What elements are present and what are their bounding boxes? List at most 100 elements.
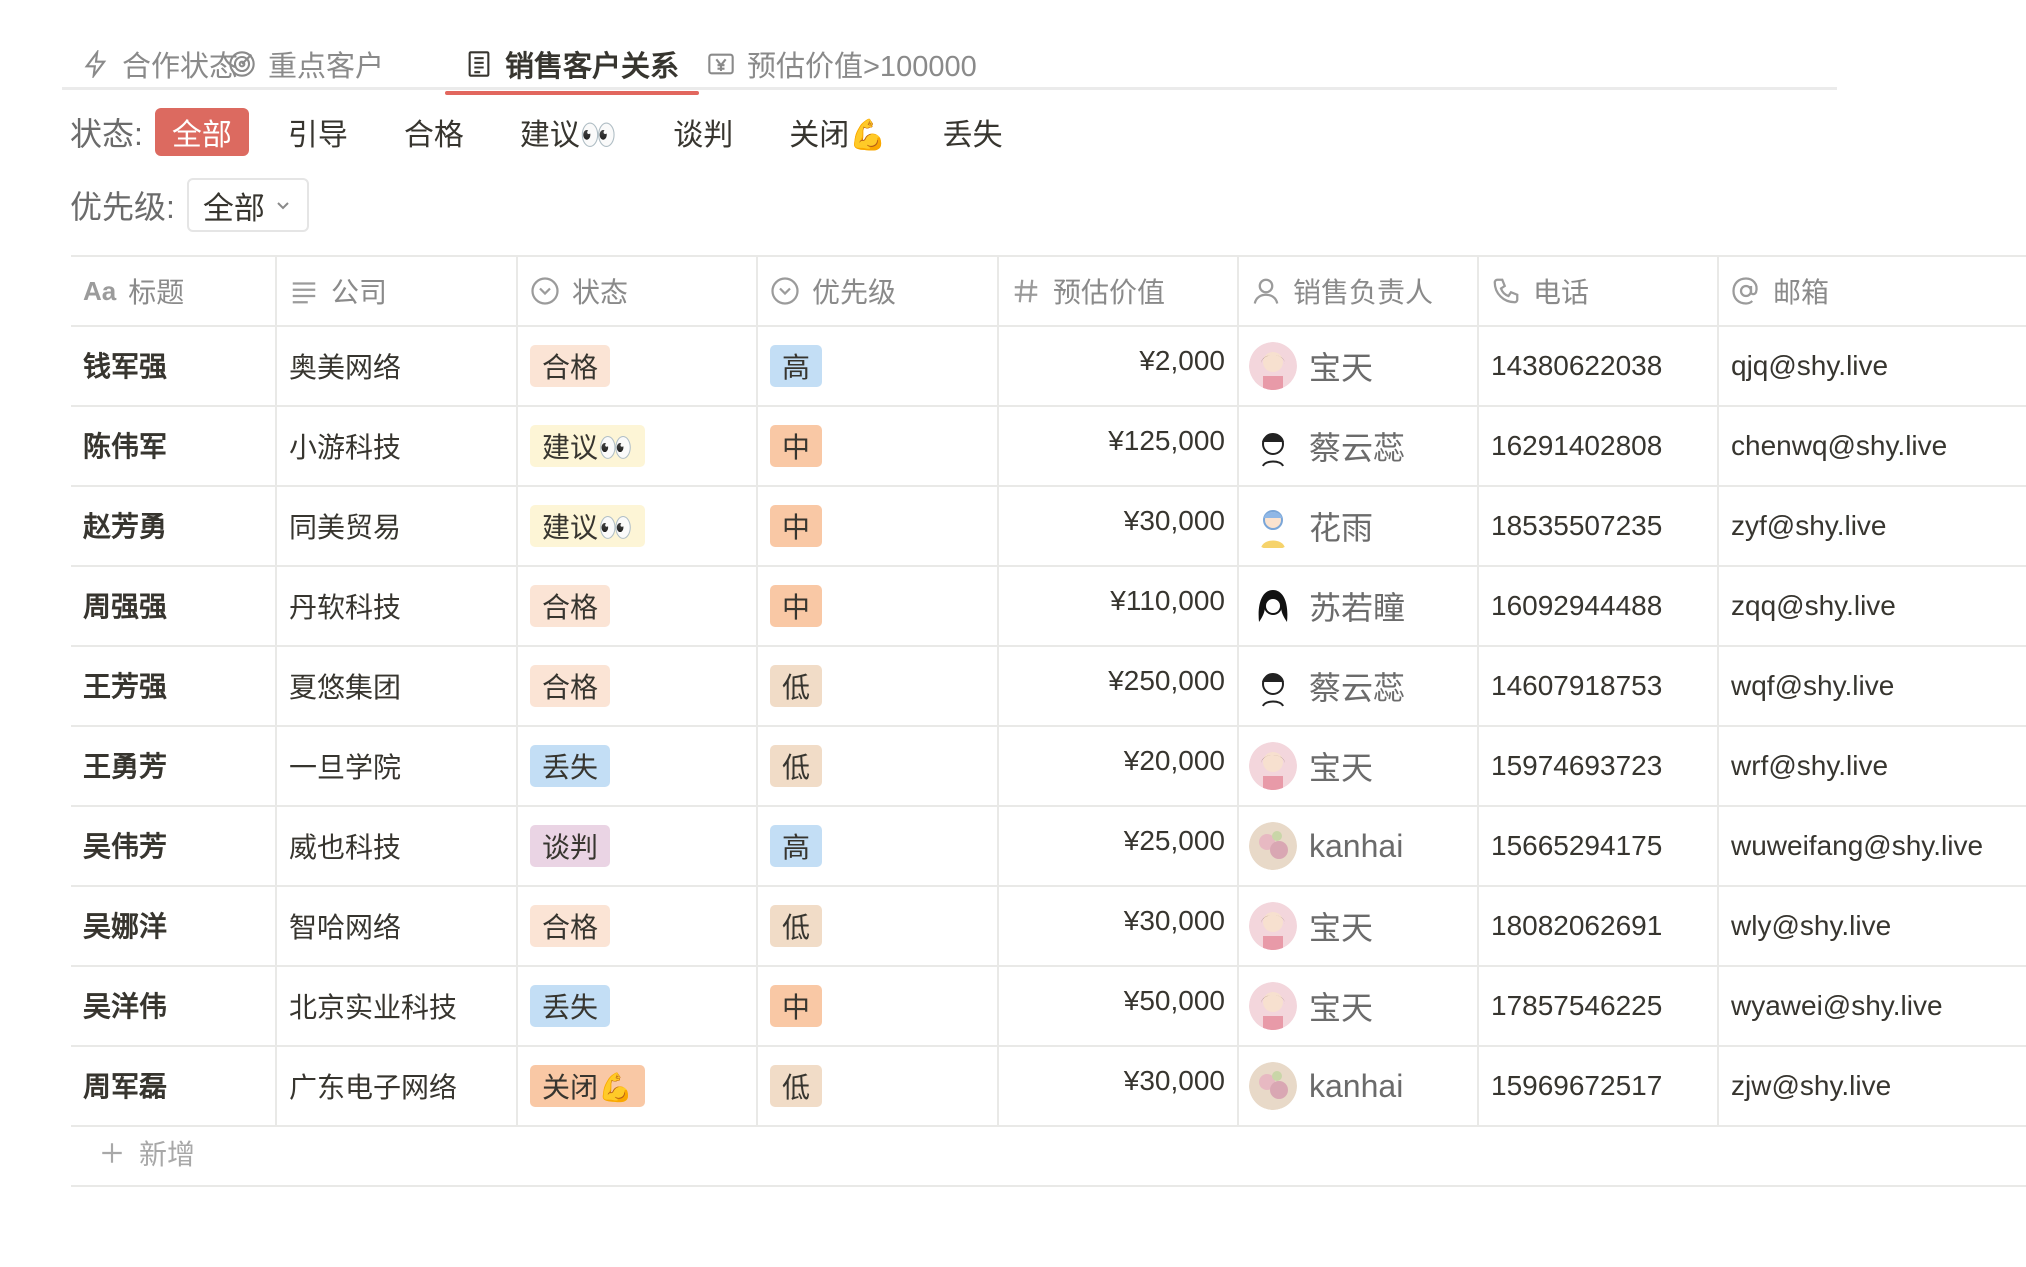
status-option-all[interactable]: 全部	[154, 108, 249, 156]
cell-company[interactable]: 一旦学院	[277, 727, 518, 805]
cell-priority[interactable]: 中	[758, 567, 999, 645]
cell-status[interactable]: 合格	[518, 567, 758, 645]
cell-status[interactable]: 建议👀	[518, 407, 758, 485]
table-row[interactable]: 吴娜洋 智哈网络 合格 低 ¥30,000 宝天 18082062691 wly…	[71, 887, 2026, 967]
status-option-lead[interactable]: 引导	[271, 108, 365, 156]
cell-sales-owner[interactable]: kanhai	[1239, 1047, 1479, 1125]
cell-status[interactable]: 合格	[518, 887, 758, 965]
cell-estimated-value[interactable]: ¥30,000	[999, 887, 1239, 965]
cell-priority[interactable]: 低	[758, 727, 999, 805]
cell-title[interactable]: 钱军强	[71, 327, 277, 405]
cell-estimated-value[interactable]: ¥25,000	[999, 807, 1239, 885]
cell-email[interactable]: wly@shy.live	[1719, 887, 2026, 965]
column-header-priority[interactable]: 优先级	[758, 257, 999, 325]
cell-company[interactable]: 威也科技	[277, 807, 518, 885]
cell-company[interactable]: 丹软科技	[277, 567, 518, 645]
cell-estimated-value[interactable]: ¥20,000	[999, 727, 1239, 805]
status-option-lost[interactable]: 丢失	[926, 108, 1020, 156]
cell-email[interactable]: qjq@shy.live	[1719, 327, 2026, 405]
cell-estimated-value[interactable]: ¥30,000	[999, 1047, 1239, 1125]
cell-title[interactable]: 吴娜洋	[71, 887, 277, 965]
cell-priority[interactable]: 高	[758, 807, 999, 885]
table-row[interactable]: 周强强 丹软科技 合格 中 ¥110,000 苏若瞳 16092944488 z…	[71, 567, 2026, 647]
cell-status[interactable]: 丢失	[518, 727, 758, 805]
column-header-estimated-value[interactable]: 预估价值	[999, 257, 1239, 325]
cell-priority[interactable]: 低	[758, 647, 999, 725]
column-header-title[interactable]: Aa 标题	[71, 257, 277, 325]
status-option-closed[interactable]: 关闭💪	[772, 108, 903, 156]
tab-estimated-value-filter[interactable]: 预估价值>100000	[707, 38, 977, 90]
cell-priority[interactable]: 中	[758, 487, 999, 565]
cell-phone[interactable]: 16291402808	[1479, 407, 1719, 485]
cell-phone[interactable]: 18535507235	[1479, 487, 1719, 565]
cell-phone[interactable]: 16092944488	[1479, 567, 1719, 645]
cell-phone[interactable]: 17857546225	[1479, 967, 1719, 1045]
cell-phone[interactable]: 14607918753	[1479, 647, 1719, 725]
cell-email[interactable]: wqf@shy.live	[1719, 647, 2026, 725]
cell-company[interactable]: 夏悠集团	[277, 647, 518, 725]
cell-status[interactable]: 关闭💪	[518, 1047, 758, 1125]
table-row[interactable]: 周军磊 广东电子网络 关闭💪 低 ¥30,000 kanhai 15969672…	[71, 1047, 2026, 1127]
cell-estimated-value[interactable]: ¥250,000	[999, 647, 1239, 725]
column-header-sales-owner[interactable]: 销售负责人	[1239, 257, 1479, 325]
cell-title[interactable]: 陈伟军	[71, 407, 277, 485]
cell-email[interactable]: wuweifang@shy.live	[1719, 807, 2026, 885]
cell-company[interactable]: 同美贸易	[277, 487, 518, 565]
cell-title[interactable]: 周强强	[71, 567, 277, 645]
cell-title[interactable]: 周军磊	[71, 1047, 277, 1125]
table-row[interactable]: 陈伟军 小游科技 建议👀 中 ¥125,000 蔡云蕊 16291402808 …	[71, 407, 2026, 487]
cell-title[interactable]: 王芳强	[71, 647, 277, 725]
cell-email[interactable]: zqq@shy.live	[1719, 567, 2026, 645]
table-row[interactable]: 钱军强 奥美网络 合格 高 ¥2,000 宝天 14380622038 qjq@…	[71, 327, 2026, 407]
cell-estimated-value[interactable]: ¥125,000	[999, 407, 1239, 485]
table-row[interactable]: 赵芳勇 同美贸易 建议👀 中 ¥30,000 花雨 18535507235 zy…	[71, 487, 2026, 567]
cell-phone[interactable]: 18082062691	[1479, 887, 1719, 965]
cell-title[interactable]: 王勇芳	[71, 727, 277, 805]
cell-sales-owner[interactable]: 宝天	[1239, 887, 1479, 965]
cell-priority[interactable]: 中	[758, 407, 999, 485]
column-header-phone[interactable]: 电话	[1479, 257, 1719, 325]
priority-select[interactable]: 全部	[186, 178, 309, 232]
cell-status[interactable]: 合格	[518, 327, 758, 405]
cell-email[interactable]: chenwq@shy.live	[1719, 407, 2026, 485]
cell-company[interactable]: 奥美网络	[277, 327, 518, 405]
status-option-proposal[interactable]: 建议👀	[503, 108, 634, 156]
cell-estimated-value[interactable]: ¥2,000	[999, 327, 1239, 405]
table-row[interactable]: 吴伟芳 威也科技 谈判 高 ¥25,000 kanhai 15665294175…	[71, 807, 2026, 887]
add-row-button[interactable]: 新增	[71, 1121, 2026, 1187]
cell-email[interactable]: zjw@shy.live	[1719, 1047, 2026, 1125]
column-header-company[interactable]: 公司	[277, 257, 518, 325]
cell-email[interactable]: wrf@shy.live	[1719, 727, 2026, 805]
column-header-status[interactable]: 状态	[518, 257, 758, 325]
cell-priority[interactable]: 低	[758, 887, 999, 965]
cell-status[interactable]: 丢失	[518, 967, 758, 1045]
cell-estimated-value[interactable]: ¥50,000	[999, 967, 1239, 1045]
table-row[interactable]: 王芳强 夏悠集团 合格 低 ¥250,000 蔡云蕊 14607918753 w…	[71, 647, 2026, 727]
tab-cooperation-status[interactable]: 合作状态	[82, 38, 238, 90]
cell-title[interactable]: 赵芳勇	[71, 487, 277, 565]
cell-sales-owner[interactable]: 花雨	[1239, 487, 1479, 565]
cell-email[interactable]: zyf@shy.live	[1719, 487, 2026, 565]
cell-phone[interactable]: 15974693723	[1479, 727, 1719, 805]
cell-sales-owner[interactable]: 宝天	[1239, 727, 1479, 805]
cell-priority[interactable]: 低	[758, 1047, 999, 1125]
cell-status[interactable]: 谈判	[518, 807, 758, 885]
cell-email[interactable]: wyawei@shy.live	[1719, 967, 2026, 1045]
cell-sales-owner[interactable]: 苏若瞳	[1239, 567, 1479, 645]
cell-sales-owner[interactable]: 蔡云蕊	[1239, 407, 1479, 485]
cell-status[interactable]: 建议👀	[518, 487, 758, 565]
cell-sales-owner[interactable]: kanhai	[1239, 807, 1479, 885]
cell-company[interactable]: 智哈网络	[277, 887, 518, 965]
cell-sales-owner[interactable]: 蔡云蕊	[1239, 647, 1479, 725]
tab-sales-customer-relations[interactable]: 销售客户关系	[444, 38, 700, 95]
cell-sales-owner[interactable]: 宝天	[1239, 327, 1479, 405]
column-header-email[interactable]: 邮箱	[1719, 257, 2026, 325]
cell-company[interactable]: 小游科技	[277, 407, 518, 485]
table-row[interactable]: 吴洋伟 北京实业科技 丢失 中 ¥50,000 宝天 17857546225 w…	[71, 967, 2026, 1047]
cell-title[interactable]: 吴伟芳	[71, 807, 277, 885]
cell-estimated-value[interactable]: ¥30,000	[999, 487, 1239, 565]
cell-phone[interactable]: 15969672517	[1479, 1047, 1719, 1125]
cell-priority[interactable]: 中	[758, 967, 999, 1045]
cell-phone[interactable]: 15665294175	[1479, 807, 1719, 885]
cell-company[interactable]: 北京实业科技	[277, 967, 518, 1045]
